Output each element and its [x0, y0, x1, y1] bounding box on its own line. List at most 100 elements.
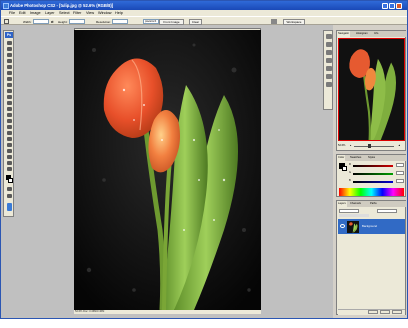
minimize-button[interactable]: [382, 2, 388, 9]
layer-row-background[interactable]: Background: [338, 219, 405, 234]
tab-info[interactable]: Info: [373, 31, 379, 37]
imageready-jump-icon[interactable]: [6, 203, 12, 211]
new-group-button[interactable]: [368, 310, 378, 314]
healing-brush-tool-icon[interactable]: [6, 77, 12, 81]
screen-mode-icon[interactable]: [6, 194, 12, 198]
resolution-label: Resolution:: [96, 19, 112, 24]
brush-tool-icon[interactable]: [6, 83, 12, 87]
red-slider[interactable]: [353, 165, 393, 167]
zoom-in-icon[interactable]: ▲: [398, 143, 401, 149]
channel-b-label: B: [349, 179, 351, 182]
zoom-tool-icon[interactable]: [6, 167, 12, 171]
zoom-percent[interactable]: 52.6%: [338, 144, 345, 147]
green-slider[interactable]: [353, 173, 393, 175]
tab-navigator[interactable]: Navigator: [337, 31, 351, 37]
height-label: Height:: [58, 19, 68, 24]
resolution-unit-select[interactable]: pixels/inch: [143, 19, 159, 24]
crop-tool-icon[interactable]: [6, 65, 12, 69]
height-field[interactable]: [69, 19, 85, 24]
hand-tool-icon[interactable]: [6, 161, 12, 165]
navigator-panel: Navigator Histogram Info 52.6% ▴ ▲: [336, 30, 406, 151]
channel-g-label: G: [349, 171, 352, 174]
blue-value-field[interactable]: [396, 179, 404, 183]
history-icon[interactable]: [326, 58, 332, 63]
tab-layers[interactable]: Layers: [337, 201, 347, 207]
crop-tool-icon[interactable]: [4, 19, 9, 24]
marquee-tool-icon[interactable]: [6, 47, 12, 51]
layer-name[interactable]: Background: [362, 224, 377, 228]
notes-tool-icon[interactable]: [6, 149, 12, 153]
tab-styles[interactable]: Styles: [367, 155, 376, 161]
title-bar: Adobe Photoshop CS2 - [tulip.jpg @ 52.6%…: [1, 1, 407, 10]
workspace-button[interactable]: Workspace: [283, 18, 305, 25]
navigator-zoom-row: 52.6% ▴ ▲: [338, 143, 405, 149]
zoom-slider-knob[interactable]: [368, 144, 371, 148]
navigator-tabs: Navigator Histogram Info: [337, 31, 406, 37]
tab-paths[interactable]: Paths: [369, 201, 378, 207]
layer-comps-icon[interactable]: [326, 50, 332, 55]
color-spectrum-bar[interactable]: [339, 188, 404, 196]
gradient-tool-icon[interactable]: [6, 107, 12, 111]
brushes-palette-icon[interactable]: [271, 19, 277, 24]
pen-tool-icon[interactable]: [6, 137, 12, 141]
background-swatch[interactable]: [342, 166, 347, 171]
path-selection-tool-icon[interactable]: [6, 125, 12, 129]
photoshop-logo-icon: [3, 2, 9, 9]
clear-button[interactable]: Clear: [189, 18, 202, 25]
clone-stamp-tool-icon[interactable]: [6, 89, 12, 93]
layer-thumbnail: [347, 220, 359, 233]
tab-channels[interactable]: Channels: [349, 201, 362, 207]
actions-icon[interactable]: [326, 66, 332, 71]
tab-swatches[interactable]: Swatches: [349, 155, 362, 161]
layer-thumbnail-image: [347, 220, 359, 233]
green-value-field[interactable]: [396, 171, 404, 175]
navigator-thumbnail[interactable]: [338, 38, 405, 141]
close-button[interactable]: [396, 2, 402, 9]
color-tabs: Color Swatches Styles: [337, 155, 406, 161]
eraser-tool-icon[interactable]: [6, 101, 12, 105]
blue-slider[interactable]: [353, 181, 393, 183]
window-title: Adobe Photoshop CS2 - [tulip.jpg @ 52.6%…: [10, 3, 114, 8]
options-bar: Width: ⇄ Height: Resolution: pixels/inch…: [1, 16, 407, 25]
toolbox: Ps: [3, 30, 14, 217]
move-tool-icon[interactable]: [6, 41, 12, 45]
lock-row[interactable]: [339, 214, 369, 217]
layers-tabs: Layers Channels Paths: [337, 201, 406, 207]
new-layer-button[interactable]: [380, 310, 390, 314]
layers-panel: Layers Channels Paths Background: [336, 200, 406, 315]
shape-tool-icon[interactable]: [6, 143, 12, 147]
layers-footer: [338, 309, 405, 315]
front-image-button[interactable]: Front Image: [159, 18, 184, 25]
visibility-eye-icon[interactable]: [340, 224, 345, 228]
delete-layer-button[interactable]: [392, 310, 402, 314]
width-label: Width:: [23, 19, 32, 24]
resolution-field[interactable]: [112, 19, 128, 24]
tab-histogram[interactable]: Histogram: [355, 31, 369, 37]
blur-tool-icon[interactable]: [6, 113, 12, 117]
zoom-slider[interactable]: [354, 144, 394, 148]
tool-presets-icon[interactable]: [326, 42, 332, 47]
character-icon[interactable]: [326, 74, 332, 79]
magic-wand-tool-icon[interactable]: [6, 59, 12, 63]
opacity-field[interactable]: [377, 209, 397, 213]
dodge-tool-icon[interactable]: [6, 119, 12, 123]
toolbox-logo: Ps: [5, 32, 13, 38]
swap-icon[interactable]: ⇄: [51, 20, 54, 24]
brushes-icon[interactable]: [326, 34, 332, 39]
blend-mode-select[interactable]: [339, 209, 359, 213]
red-value-field[interactable]: [396, 163, 404, 167]
tab-color[interactable]: Color: [337, 155, 346, 161]
image-canvas[interactable]: [74, 30, 261, 310]
history-brush-tool-icon[interactable]: [6, 95, 12, 99]
maximize-button[interactable]: [389, 2, 395, 9]
width-field[interactable]: [33, 19, 49, 24]
quick-mask-icon[interactable]: [6, 187, 12, 191]
paragraph-icon[interactable]: [326, 82, 332, 87]
lasso-tool-icon[interactable]: [6, 53, 12, 57]
eyedropper-tool-icon[interactable]: [6, 155, 12, 159]
slice-tool-icon[interactable]: [6, 71, 12, 75]
background-color-swatch[interactable]: [8, 178, 13, 183]
palette-well: [323, 30, 333, 110]
type-tool-icon[interactable]: [6, 131, 12, 135]
zoom-out-icon[interactable]: ▴: [350, 143, 351, 149]
